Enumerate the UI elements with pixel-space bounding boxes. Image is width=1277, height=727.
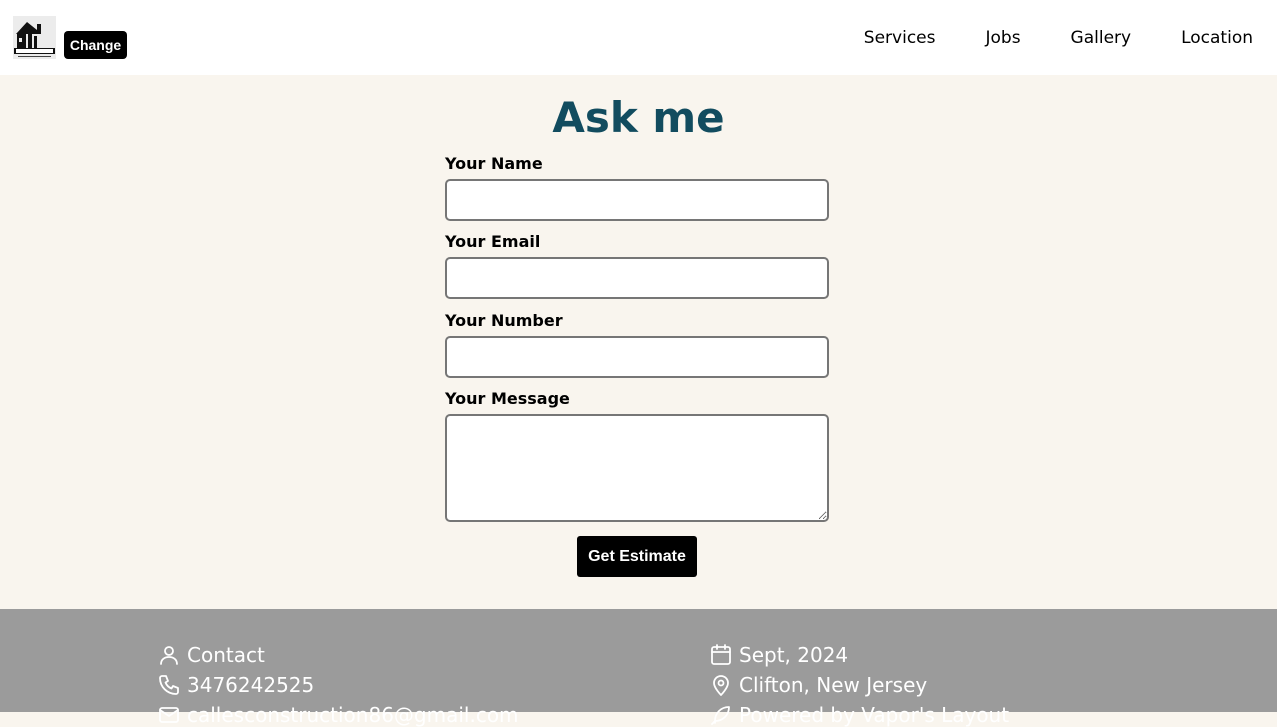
location-pin-icon xyxy=(713,675,729,696)
footer-location: Clifton, New Jersey xyxy=(709,673,927,697)
footer-date: Sept, 2024 xyxy=(709,643,848,667)
footer-date-text: Sept, 2024 xyxy=(739,643,849,667)
number-label: Your Number xyxy=(445,311,563,330)
footer-contact-label: Contact xyxy=(187,643,265,667)
get-estimate-button[interactable]: Get Estimate xyxy=(577,536,697,577)
number-input[interactable] xyxy=(445,336,829,378)
logo[interactable] xyxy=(13,16,56,59)
name-label: Your Name xyxy=(445,154,543,173)
footer-phone-text: 3476242525 xyxy=(187,673,315,697)
email-label: Your Email xyxy=(445,232,541,251)
nav-services[interactable]: Services xyxy=(864,27,936,49)
nav-jobs[interactable]: Jobs xyxy=(985,27,1020,49)
nav-location[interactable]: Location xyxy=(1181,27,1253,49)
site-header: Change Services Jobs Gallery Location xyxy=(0,0,1277,75)
footer-email[interactable]: callesconstruction86@gmail.com xyxy=(157,703,519,727)
email-input[interactable] xyxy=(445,257,829,299)
footer-credit[interactable]: Powered by Vapor's Layout xyxy=(709,703,1009,727)
message-label: Your Message xyxy=(445,389,570,408)
message-textarea[interactable] xyxy=(445,414,829,522)
footer-email-text: callesconstruction86@gmail.com xyxy=(187,703,519,727)
footer-phone[interactable]: 3476242525 xyxy=(157,673,314,697)
phone-icon xyxy=(159,675,179,695)
feather-icon xyxy=(711,706,730,725)
footer-credit-text: Powered by Vapor's Layout xyxy=(739,703,1010,727)
nav-gallery[interactable]: Gallery xyxy=(1071,27,1132,49)
name-input[interactable] xyxy=(445,179,829,221)
footer-contact: Contact xyxy=(157,643,265,667)
person-icon xyxy=(160,646,178,665)
site-footer: Contact 3476242525 callesconstruction86@… xyxy=(0,609,1277,727)
page-title: Ask me xyxy=(552,93,725,142)
change-button[interactable]: Change xyxy=(64,31,127,59)
main-nav: Services Jobs Gallery Location xyxy=(814,27,1253,49)
mail-icon xyxy=(159,707,179,723)
footer-location-text: Clifton, New Jersey xyxy=(739,673,928,697)
calendar-icon xyxy=(711,644,731,665)
